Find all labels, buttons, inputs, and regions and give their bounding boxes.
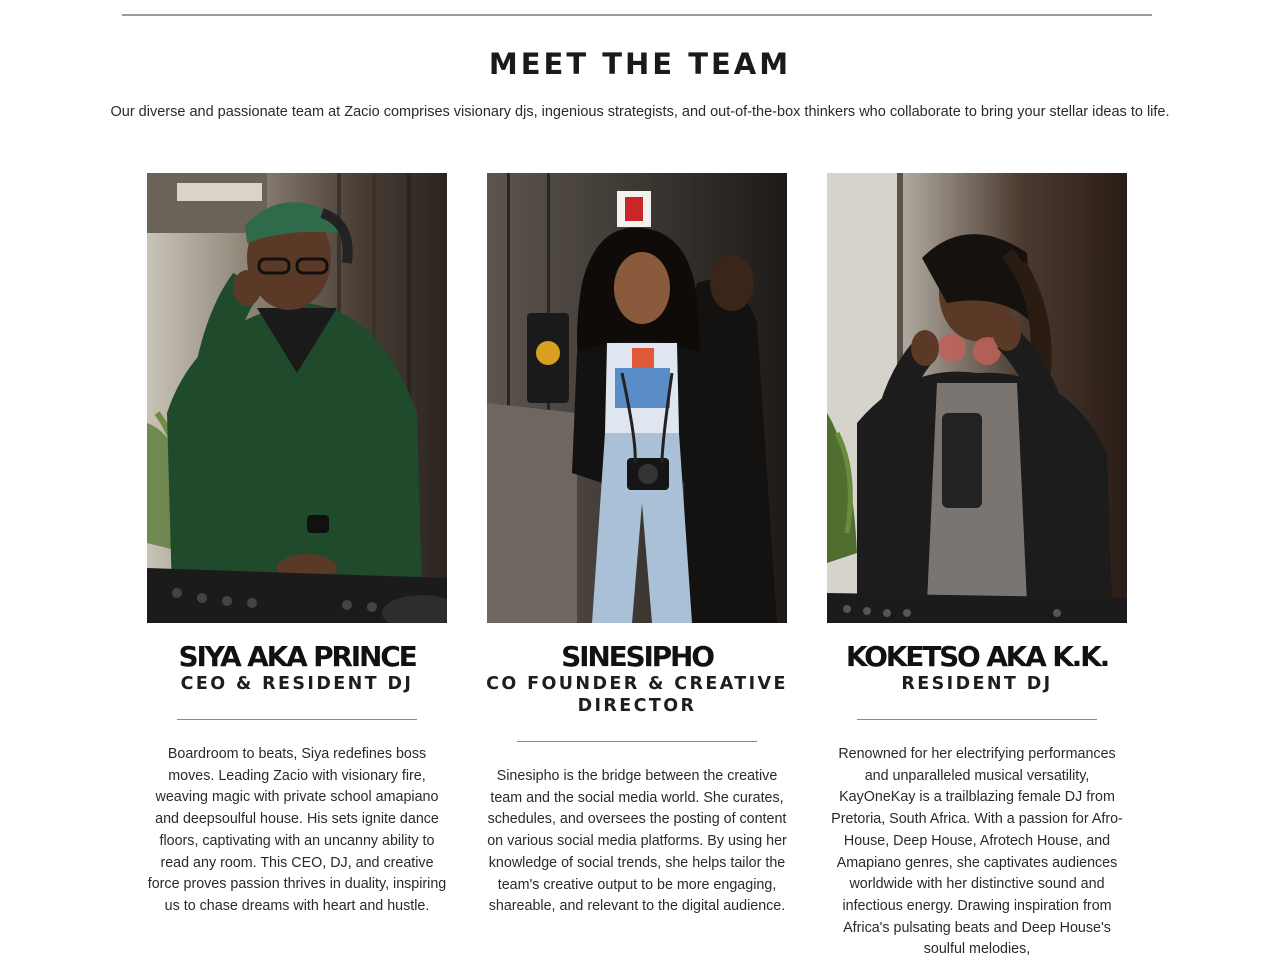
card-divider — [857, 719, 1097, 720]
section-title: MEET THE TEAM — [488, 47, 792, 81]
top-divider — [122, 14, 1152, 16]
member-role: CO FOUNDER & CREATIVE DIRECTOR — [486, 674, 788, 716]
team-photo-sinesipho — [487, 173, 787, 623]
member-bio: Boardroom to beats, Siya redefines boss … — [147, 746, 447, 914]
member-role: CEO & RESIDENT DJ — [180, 674, 414, 694]
member-role: RESIDENT DJ — [901, 674, 1053, 694]
member-name: SIYA AKA PRINCE — [178, 640, 418, 673]
member-name: SINESIPHO — [561, 640, 715, 673]
member-bio: Renowned for her electrifying performanc… — [831, 746, 1123, 958]
team-card-koketso: KOKETSO AKA K.K. RESIDENT DJ Renowned fo… — [827, 173, 1127, 961]
card-divider — [517, 741, 757, 742]
team-card-sinesipho: SINESIPHO CO FOUNDER & CREATIVE DIRECTOR… — [486, 173, 787, 918]
team-photo-siya — [147, 173, 447, 623]
section-intro: Our diverse and passionate team at Zacio… — [110, 104, 1170, 120]
team-photo-koketso — [827, 173, 1127, 623]
card-divider — [177, 719, 417, 720]
member-name: KOKETSO AKA K.K. — [845, 640, 1110, 673]
member-bio: Sinesipho is the bridge between the crea… — [487, 768, 787, 915]
team-card-siya: SIYA AKA PRINCE CEO & RESIDENT DJ Boardr… — [147, 173, 447, 918]
